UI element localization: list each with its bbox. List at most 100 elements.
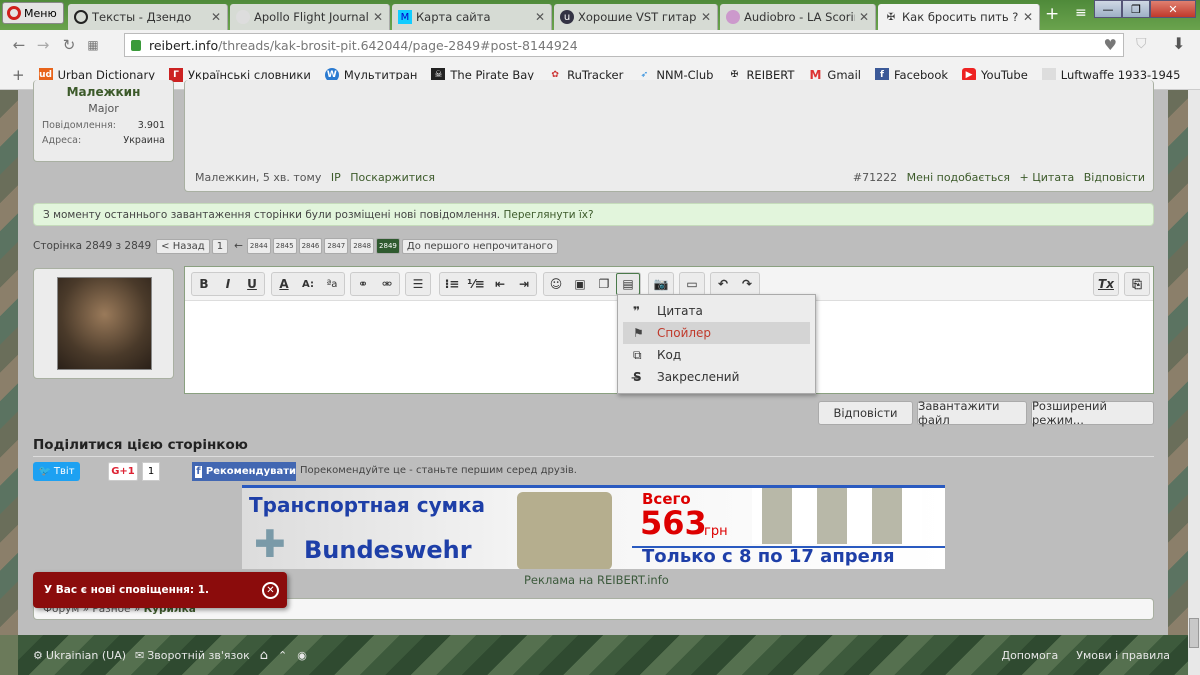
image-icon[interactable]: ▣ <box>568 273 592 295</box>
minimize-icon[interactable]: — <box>1094 0 1122 18</box>
outdent-icon[interactable]: ⇤ <box>488 273 512 295</box>
notification-toast[interactable]: У Вас є нові сповіщення: 1. ✕ <box>33 572 287 608</box>
page-link[interactable]: 2844 <box>246 238 271 254</box>
download-icon[interactable]: ⬇ <box>1172 34 1185 53</box>
google-plus-button[interactable]: G+1 <box>108 462 138 481</box>
toast-text: У Вас є нові сповіщення: 1. <box>44 584 210 596</box>
smiley-icon[interactable]: ☺ <box>544 273 568 295</box>
terms-link[interactable]: Умови і правила <box>1076 649 1170 662</box>
speed-dial-icon[interactable]: ▦ <box>82 38 104 52</box>
scrollbar[interactable] <box>1188 90 1200 675</box>
menu-item-strikethrough[interactable]: S̶ Закреслений <box>623 366 810 388</box>
page-link[interactable]: 2848 <box>350 238 375 254</box>
like-link[interactable]: Мені подобається <box>907 171 1010 184</box>
back-icon[interactable]: ← <box>8 36 30 54</box>
heart-icon[interactable]: ♥ <box>1104 36 1117 54</box>
font-size-icon[interactable]: A: <box>296 273 320 295</box>
redo-icon[interactable]: ↷ <box>735 273 759 295</box>
address-label: Адреса: <box>42 135 82 146</box>
contact-link[interactable]: Зворотній зв'язок <box>147 649 249 662</box>
close-window-icon[interactable]: ✕ <box>1150 0 1196 18</box>
view-new-link[interactable]: Переглянути їх? <box>504 209 594 221</box>
remove-format-icon[interactable]: Tx <box>1094 273 1118 295</box>
bold-icon[interactable]: B <box>192 273 216 295</box>
user-info-card: Малежкин Major Повідомлення: 3.901 Адреса… <box>33 80 174 162</box>
close-icon[interactable]: ✕ <box>211 10 221 24</box>
undo-icon[interactable]: ↶ <box>711 273 735 295</box>
first-unread-button[interactable]: До першого непрочитаного <box>401 238 558 254</box>
post-number[interactable]: #71222 <box>853 171 897 184</box>
tab-active[interactable]: ✠ Как бросить пить ?!| О ✕ <box>878 4 1040 30</box>
reload-icon[interactable]: ↻ <box>58 36 80 54</box>
align-icon[interactable]: ☰ <box>406 273 430 295</box>
quote-link[interactable]: + Цитата <box>1020 171 1075 184</box>
page-1[interactable]: 1 <box>211 238 229 254</box>
menu-label: Меню <box>24 6 57 20</box>
advanced-mode-button[interactable]: Розширений режим... <box>1031 399 1154 427</box>
post-author-time[interactable]: Малежкин, 5 хв. тому <box>195 171 321 184</box>
font-color-icon[interactable]: A <box>272 273 296 295</box>
reply-button[interactable]: Відповісти <box>818 401 913 425</box>
upload-file-button[interactable]: Завантажити файл <box>917 399 1027 427</box>
page-link[interactable]: 2847 <box>324 238 349 254</box>
footer: ⚙ Ukrainian (UA) ✉ Зворотній зв'язок ⌂ ⌃ ◉… <box>18 635 1188 675</box>
tweet-button[interactable]: 🐦 Твіт <box>33 462 80 481</box>
close-icon[interactable]: ✕ <box>373 10 383 24</box>
rss-icon[interactable]: ◉ <box>297 649 307 662</box>
avatar[interactable] <box>57 277 152 370</box>
tab-3[interactable]: M Карта сайта ✕ <box>392 4 552 30</box>
page-link[interactable]: 2845 <box>272 238 297 254</box>
page-current[interactable]: 2849 <box>376 238 400 254</box>
close-icon[interactable]: ✕ <box>535 10 545 24</box>
shield-icon[interactable]: ⛉ <box>1136 36 1147 52</box>
facebook-recommend-button[interactable]: f Рекомендувати <box>192 462 296 481</box>
close-icon[interactable]: ✕ <box>859 10 869 24</box>
menu-item-spoiler[interactable]: ⚑ Спойлер <box>623 322 810 344</box>
underline-icon[interactable]: U <box>240 273 264 295</box>
close-icon[interactable]: ✕ <box>701 10 711 24</box>
add-bookmark-icon[interactable]: + <box>12 66 25 84</box>
posts-label: Повідомлення: <box>42 120 116 131</box>
tab-5[interactable]: Audiobro - LA Scoring ✕ <box>720 4 876 30</box>
close-icon[interactable]: ✕ <box>1023 10 1033 24</box>
insert-menu-icon[interactable]: ▤ <box>616 273 640 295</box>
scrollbar-thumb[interactable] <box>1189 618 1199 648</box>
camera-icon[interactable]: 📷 <box>649 273 673 295</box>
page-skip[interactable]: ← <box>234 240 243 252</box>
prev-page-button[interactable]: < Назад <box>156 238 210 254</box>
page-link[interactable]: 2846 <box>298 238 323 254</box>
menu-item-code[interactable]: ⧉ Код <box>623 344 810 366</box>
numbered-list-icon[interactable]: ⅟≡ <box>464 273 488 295</box>
unlink-icon[interactable]: ⚮ <box>375 273 399 295</box>
url-input[interactable]: reibert.info/threads/kak-brosit-pit.6420… <box>124 33 1124 57</box>
opera-menu-button[interactable]: Меню <box>2 2 64 24</box>
tab-4[interactable]: u Хорошие VST гитары, ✕ <box>554 4 718 30</box>
tab-menu-icon[interactable]: ≡ <box>1075 5 1087 21</box>
save-draft-icon[interactable]: ▭ <box>680 273 704 295</box>
language-chooser[interactable]: Ukrainian (UA) <box>46 649 126 662</box>
ip-link[interactable]: IP <box>331 171 341 184</box>
maximize-icon[interactable]: ❐ <box>1122 0 1150 18</box>
report-link[interactable]: Поскаржитися <box>350 171 435 184</box>
tab-favicon: u <box>560 10 574 24</box>
link-icon[interactable]: ⚭ <box>351 273 375 295</box>
ad-banner[interactable]: Транспортная сумка ✚ Bundeswehr Всего 56… <box>242 485 945 569</box>
font-family-icon[interactable]: ªa <box>320 273 344 295</box>
home-icon[interactable]: ⌂ <box>260 648 268 663</box>
close-icon[interactable]: ✕ <box>262 582 279 599</box>
tab-2[interactable]: Apollo Flight Journal - ✕ <box>230 4 390 30</box>
indent-icon[interactable]: ⇥ <box>512 273 536 295</box>
ad-caption-link[interactable]: Реклама на REIBERT.info <box>524 573 669 587</box>
tab-1[interactable]: Тексты - Дзендо ✕ <box>68 4 228 30</box>
scroll-top-icon[interactable]: ⌃ <box>278 649 287 662</box>
reply-link[interactable]: Відповісти <box>1084 171 1145 184</box>
help-link[interactable]: Допомога <box>1001 649 1058 662</box>
bullet-list-icon[interactable]: ⁝≡ <box>440 273 464 295</box>
new-tab-icon[interactable]: + <box>1045 4 1059 24</box>
italic-icon[interactable]: I <box>216 273 240 295</box>
username[interactable]: Малежкин <box>34 85 173 99</box>
forward-icon[interactable]: → <box>32 36 54 54</box>
toggle-bbcode-icon[interactable]: ⎘ <box>1125 273 1149 295</box>
media-icon[interactable]: ❐ <box>592 273 616 295</box>
menu-item-quote[interactable]: ❞ Цитата <box>623 300 810 322</box>
